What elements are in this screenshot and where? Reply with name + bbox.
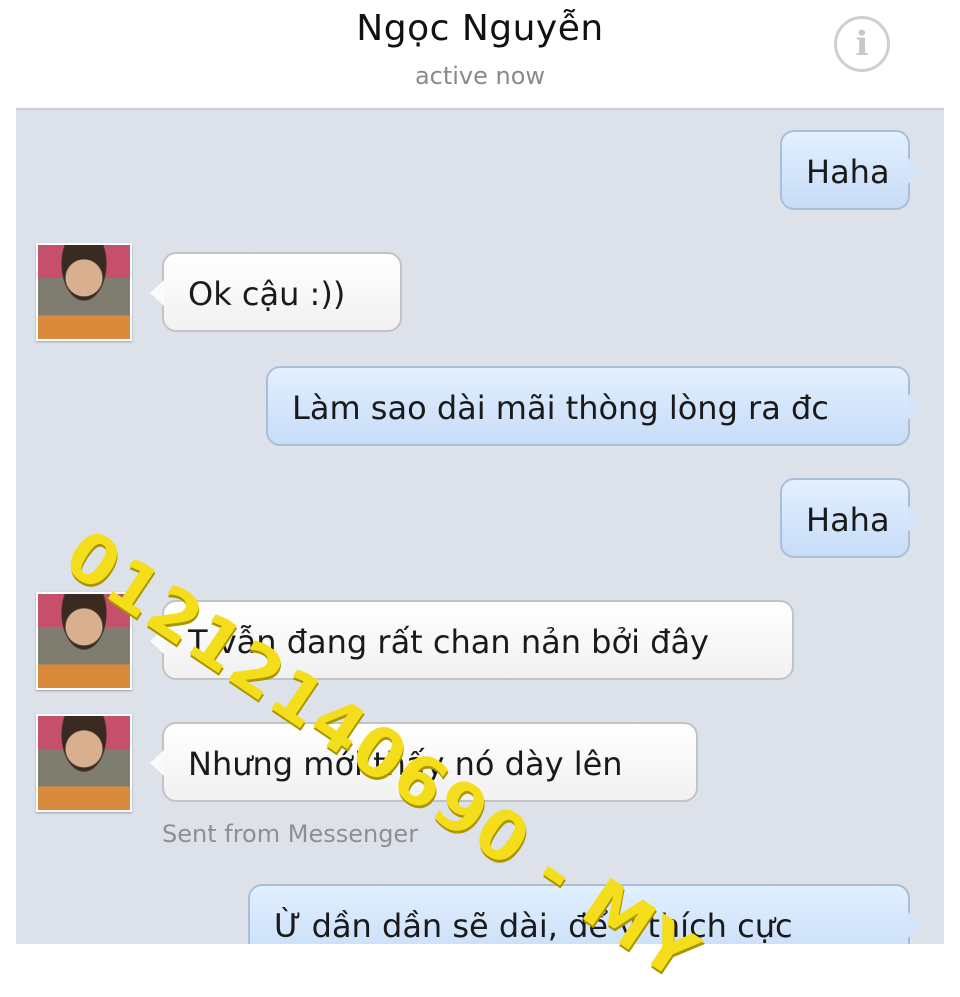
contact-name[interactable]: Ngọc Nguyễn <box>0 8 960 49</box>
chat-header: Ngọc Nguyễn active now i <box>0 0 960 108</box>
info-icon[interactable]: i <box>834 16 890 72</box>
avatar[interactable] <box>36 714 132 812</box>
presence-status: active now <box>414 62 546 90</box>
message-bubble[interactable]: Ok cậu :)) <box>150 252 402 332</box>
message-bubble[interactable]: Haha <box>780 478 922 558</box>
avatar[interactable] <box>36 243 132 341</box>
message-bubble[interactable]: Haha <box>780 130 922 210</box>
message-bubble[interactable]: Làm sao dài mãi thòng lòng ra đc <box>266 366 922 446</box>
sent-from-label: Sent from Messenger <box>162 820 419 848</box>
